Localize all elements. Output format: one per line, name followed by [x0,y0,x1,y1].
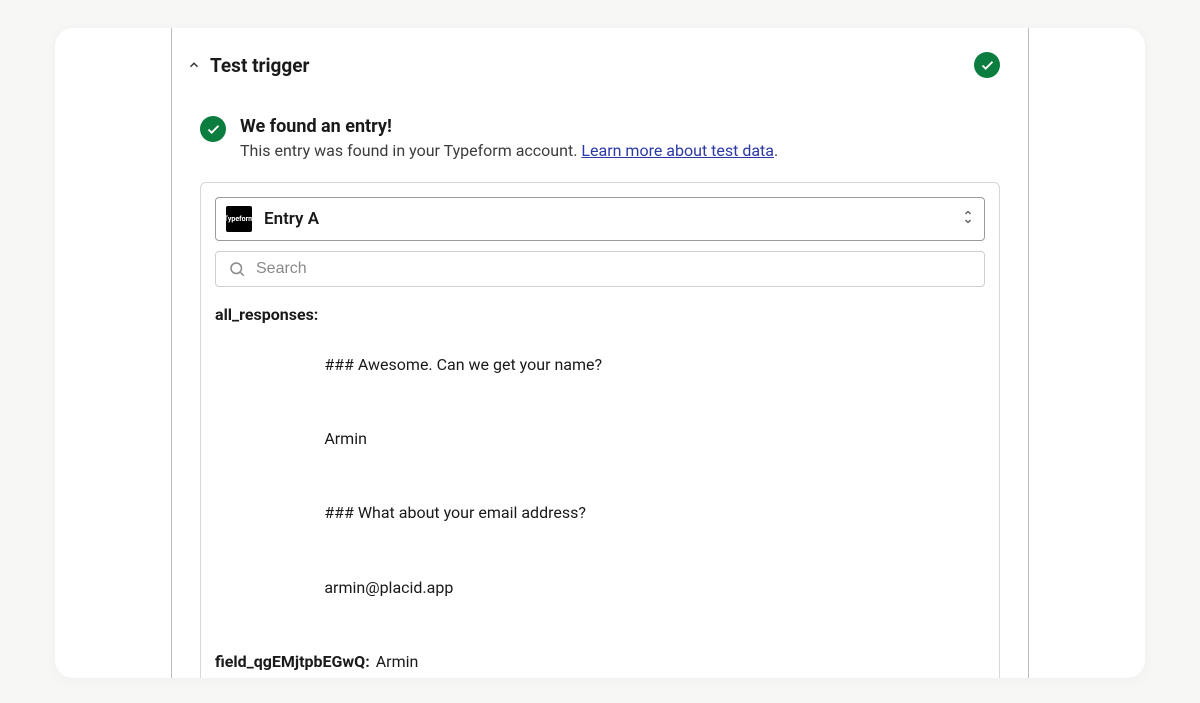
search-box[interactable] [215,251,985,287]
section-title: Test trigger [210,54,309,77]
field-all-responses: all_responses: ### Awesome. Can we get y… [215,303,985,650]
section-header-left[interactable]: Test trigger [186,54,309,77]
field-key: field_PKdpRSza1Caj: [215,675,366,678]
field-key: all_responses: [215,303,318,328]
typeform-icon: Typeform [226,206,252,232]
field-key: field_qgEMjtpbEGwQ: [215,650,370,675]
resp-line: armin@placid.app [324,576,602,601]
resp-line: ### Awesome. Can we get your name? [324,353,602,378]
learn-more-link[interactable]: Learn more about test data [581,141,774,160]
found-check-icon [200,116,226,142]
found-text: We found an entry! This entry was found … [240,116,778,160]
field-pk: field_PKdpRSza1Caj: armin@placid.app [215,675,985,678]
found-description: This entry was found in your Typeform ac… [240,141,778,160]
entry-select-label: Entry A [264,209,950,229]
found-heading: We found an entry! [240,116,778,137]
field-value: ### Awesome. Can we get your name? Armin… [324,303,602,650]
resp-line: ### What about your email address? [324,501,602,526]
app-card: Test trigger We found an entry! This ent… [55,28,1145,678]
field-value: Armin [376,650,419,675]
resp-line: Armin [324,427,602,452]
entry-select-dropdown[interactable]: Typeform Entry A [215,197,985,241]
entry-details-box: Typeform Entry A all_responses: [200,182,1000,678]
found-desc-suffix: . [774,141,778,160]
search-icon [228,260,246,278]
chevron-up-icon [186,57,202,73]
field-qg: field_qgEMjtpbEGwQ: Armin [215,650,985,675]
found-entry-row: We found an entry! This entry was found … [172,78,1028,160]
field-value: armin@placid.app [372,675,501,678]
search-input[interactable] [256,260,972,278]
field-list: all_responses: ### Awesome. Can we get y… [215,303,985,678]
updown-icon [962,209,974,229]
trigger-panel: Test trigger We found an entry! This ent… [171,28,1029,678]
status-check-icon [974,52,1000,78]
section-header: Test trigger [172,28,1028,78]
found-desc-prefix: This entry was found in your Typeform ac… [240,141,581,160]
